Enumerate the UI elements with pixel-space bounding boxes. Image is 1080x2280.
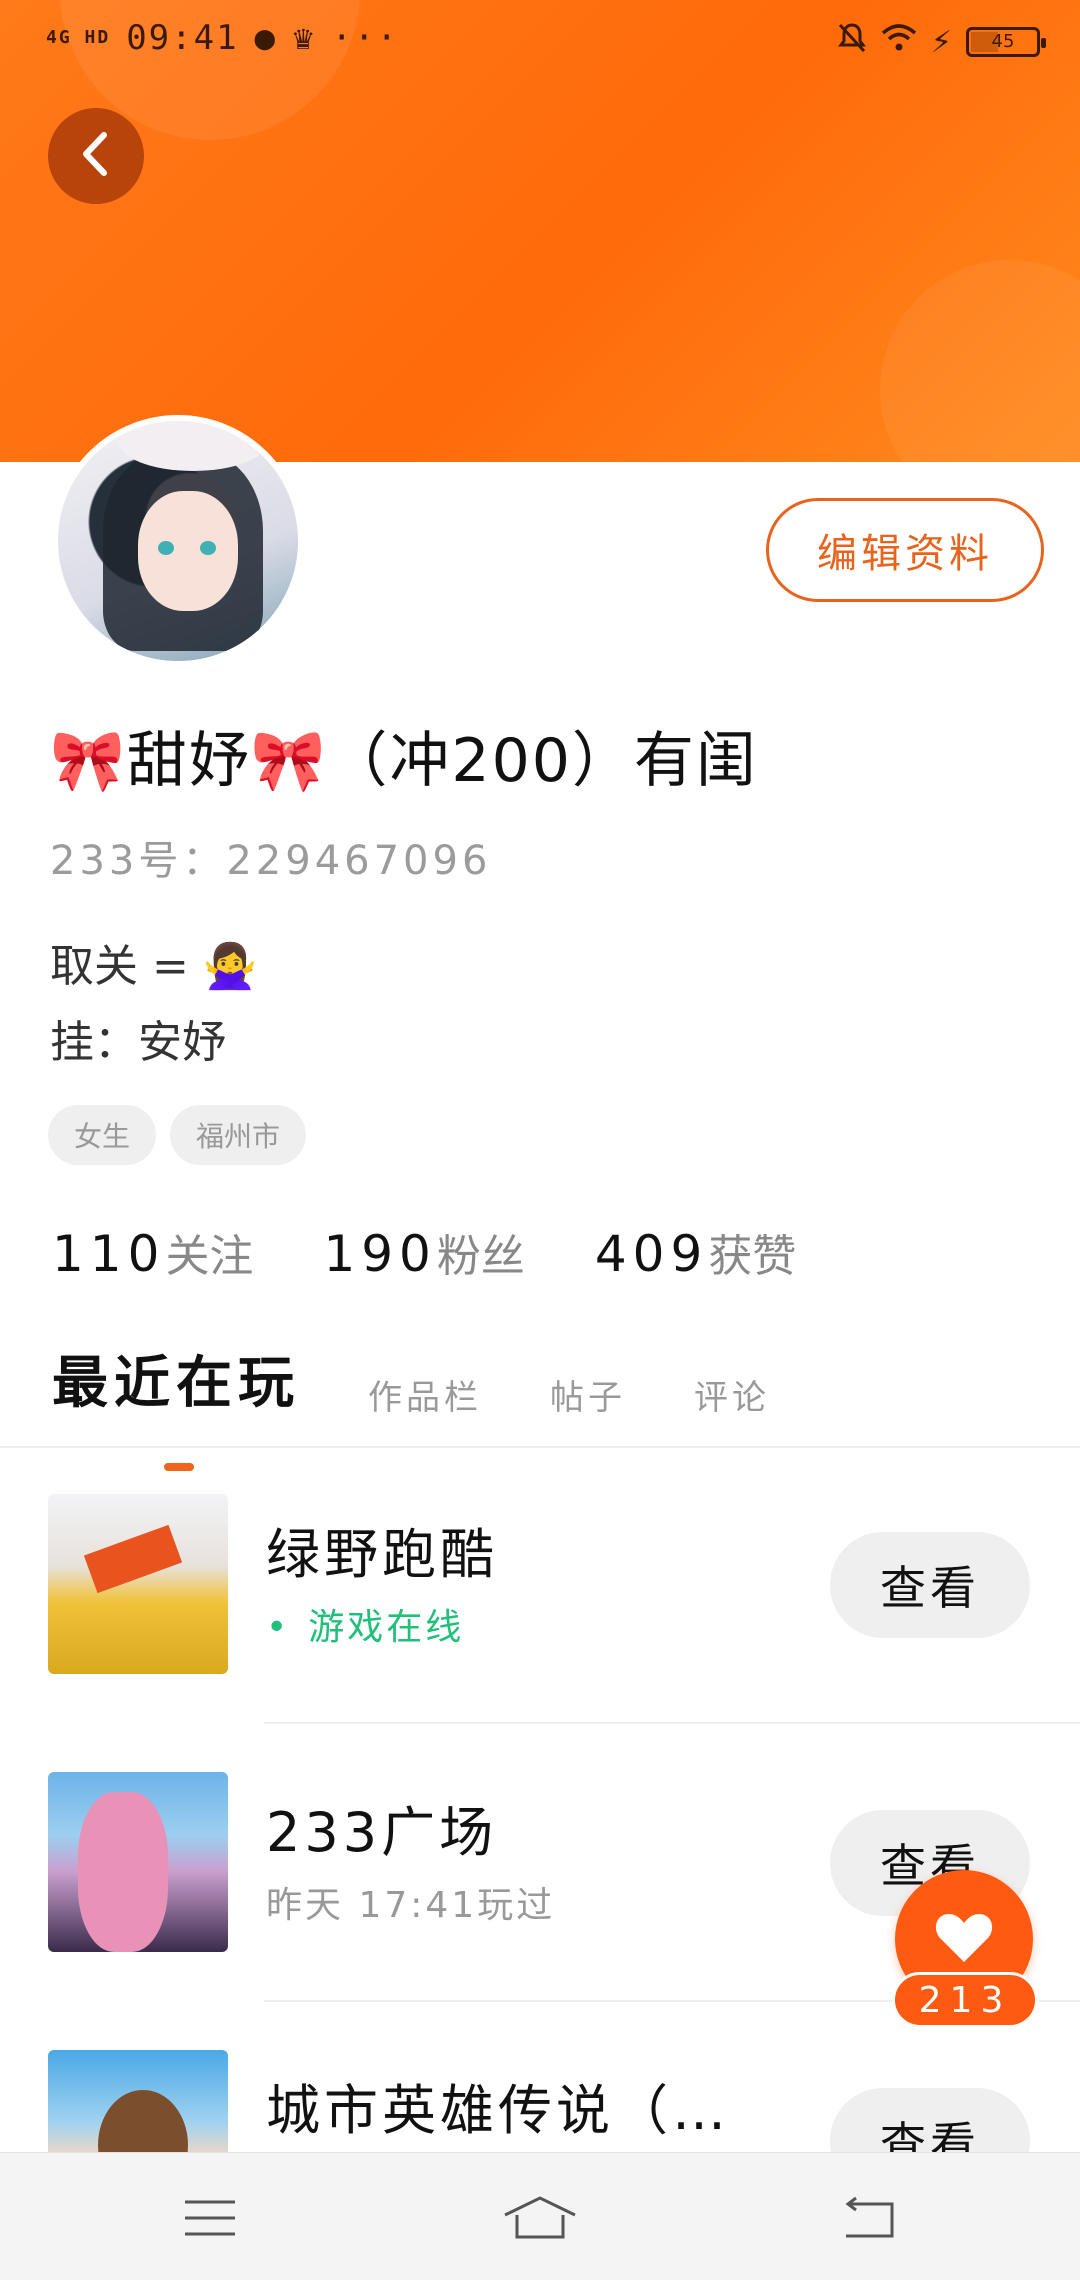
back-button[interactable]	[48, 108, 144, 204]
game-last-played: 昨天 17:41玩过	[266, 1885, 556, 1926]
app-notification-icon: ●	[254, 18, 278, 58]
gender-tag: 女生	[48, 1105, 157, 1165]
home-icon[interactable]	[500, 2183, 580, 2253]
charging-icon: ⚡	[930, 24, 952, 60]
avatar[interactable]	[52, 415, 304, 667]
mute-bell-icon	[837, 22, 867, 62]
battery-level: 45	[991, 31, 1015, 52]
more-notifications-icon: ···	[331, 18, 399, 58]
profile-bio-line: 取关 = 🙅‍♀️	[50, 941, 258, 992]
likes-stat[interactable]: 409获赞	[595, 1220, 796, 1284]
divider	[264, 1722, 1080, 1724]
wifi-icon	[881, 23, 917, 61]
banner-decoration	[880, 260, 1080, 462]
profile-nickname: 🎀甜妤🎀（冲200）有闺	[50, 726, 758, 796]
profile-uid: 233号：229467096	[50, 838, 492, 884]
profile-bio-line: 挂：安妤	[50, 1017, 226, 1068]
chevron-left-icon	[76, 129, 116, 183]
edit-profile-button[interactable]: 编辑资料	[766, 498, 1044, 602]
profile-tabs: 最近在玩 作品栏 帖子 评论	[52, 1338, 770, 1471]
likes-label: 获赞	[708, 1231, 797, 1282]
tab-works[interactable]: 作品栏	[368, 1370, 482, 1419]
following-stat[interactable]: 110关注	[52, 1220, 253, 1284]
game-thumbnail	[48, 1494, 228, 1674]
game-title: 绿野跑酷	[266, 1523, 498, 1586]
game-title: 城市英雄传说（…	[266, 2079, 730, 2142]
profile-tags: 女生 福州市	[48, 1105, 307, 1165]
list-item[interactable]: 绿野跑酷 游戏在线 查看	[0, 1448, 1080, 1724]
fans-count: 190	[323, 1225, 437, 1283]
following-count: 110	[52, 1225, 166, 1283]
status-bar: 4G HD 09:41 ● ♛ ··· ⚡ 45	[0, 0, 1080, 84]
tab-posts[interactable]: 帖子	[550, 1370, 626, 1419]
network-indicator: 4G HD	[46, 27, 111, 48]
menu-icon[interactable]	[170, 2183, 250, 2253]
game-thumbnail	[48, 1772, 228, 1952]
crown-icon: ♛	[293, 18, 316, 58]
game-title: 233广场	[266, 1801, 498, 1864]
fans-stat[interactable]: 190粉丝	[323, 1220, 524, 1284]
location-tag: 福州市	[170, 1105, 307, 1165]
tab-recently-played[interactable]: 最近在玩	[52, 1338, 300, 1471]
heart-icon	[934, 1910, 994, 1968]
following-label: 关注	[165, 1231, 254, 1282]
tab-comments[interactable]: 评论	[694, 1370, 770, 1419]
likes-count: 409	[594, 1225, 709, 1283]
back-icon[interactable]	[830, 2183, 910, 2253]
clock: 09:41	[126, 18, 239, 58]
battery-icon: 45	[966, 27, 1046, 57]
like-count: 213	[892, 1972, 1038, 2028]
view-button[interactable]: 查看	[830, 1532, 1030, 1638]
profile-stats: 110关注 190粉丝 409获赞	[52, 1220, 796, 1284]
game-status: 游戏在线	[266, 1598, 464, 1650]
fans-label: 粉丝	[436, 1231, 525, 1282]
system-nav-bar	[0, 2152, 1080, 2280]
